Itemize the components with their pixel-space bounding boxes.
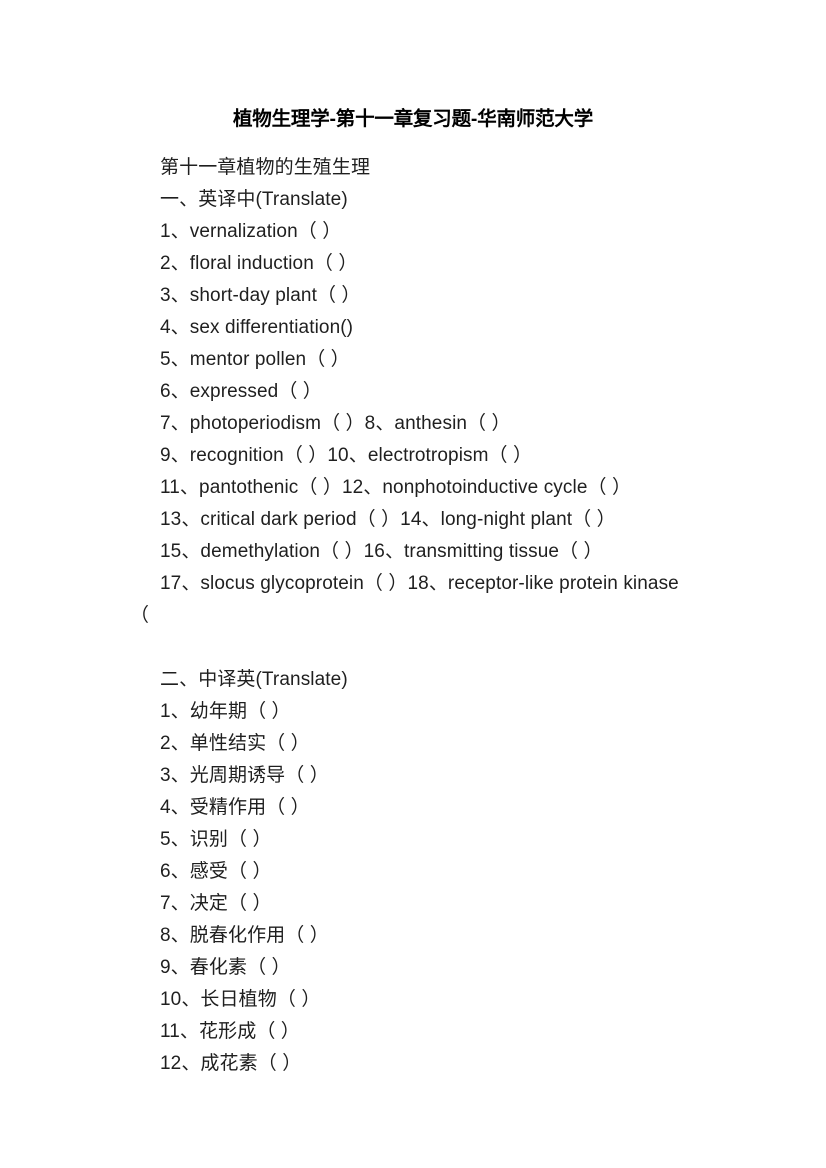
list-item: 3、光周期诱导（ ） [160, 765, 329, 786]
list-item: 7、photoperiodism（ ）8、anthesin（ ） [160, 413, 511, 434]
list-item: 1、幼年期（ ） [160, 701, 291, 722]
list-item: 15、demethylation（ ）16、transmitting tissu… [160, 541, 603, 562]
list-item: 11、pantothenic（ ）12、nonphotoinductive cy… [160, 477, 632, 498]
list-item: 13、critical dark period（ ）14、long-night … [160, 509, 616, 530]
list-item: 8、脱春化作用（ ） [160, 925, 329, 946]
list-item: 2、floral induction（ ） [160, 253, 358, 274]
document-body: 第十一章植物的生殖生理 一、英译中(Translate) 1、vernaliza… [0, 152, 826, 1080]
list-item: 12、成花素（ ） [160, 1053, 302, 1074]
list-item: 5、识别（ ） [160, 829, 272, 850]
section-heading-english-to-chinese: 一、英译中(Translate) [160, 189, 348, 210]
list-item: 5、mentor pollen（ ） [160, 349, 350, 370]
page-title: 植物生理学-第十一章复习题-华南师范大学 [233, 108, 593, 131]
list-item: 11、花形成（ ） [160, 1021, 300, 1042]
list-item: 9、recognition（ ）10、electrotropism（ ） [160, 445, 533, 466]
list-item: 10、长日植物（ ） [160, 989, 321, 1010]
list-item: 17、slocus glycoprotein（ ）18、receptor-lik… [160, 573, 679, 594]
chapter-heading: 第十一章植物的生殖生理 [160, 157, 371, 178]
list-item: 4、受精作用（ ） [160, 797, 310, 818]
list-item: 3、short-day plant（ ） [160, 285, 361, 306]
wrapped-parenthesis-fragment: （ [130, 605, 150, 626]
list-item: 6、expressed（ ） [160, 381, 322, 402]
list-item: 6、感受（ ） [160, 861, 272, 882]
list-item: 2、单性结实（ ） [160, 733, 310, 754]
list-item: 4、sex differentiation() [160, 317, 354, 338]
document-page: 植物生理学-第十一章复习题-华南师范大学 第十一章植物的生殖生理 一、英译中(T… [0, 0, 826, 1168]
list-item: 9、春化素（ ） [160, 957, 291, 978]
list-item: 7、决定（ ） [160, 893, 272, 914]
list-item: 1、vernalization（ ） [160, 221, 342, 242]
section-heading-chinese-to-english: 二、中译英(Translate) [160, 669, 348, 690]
